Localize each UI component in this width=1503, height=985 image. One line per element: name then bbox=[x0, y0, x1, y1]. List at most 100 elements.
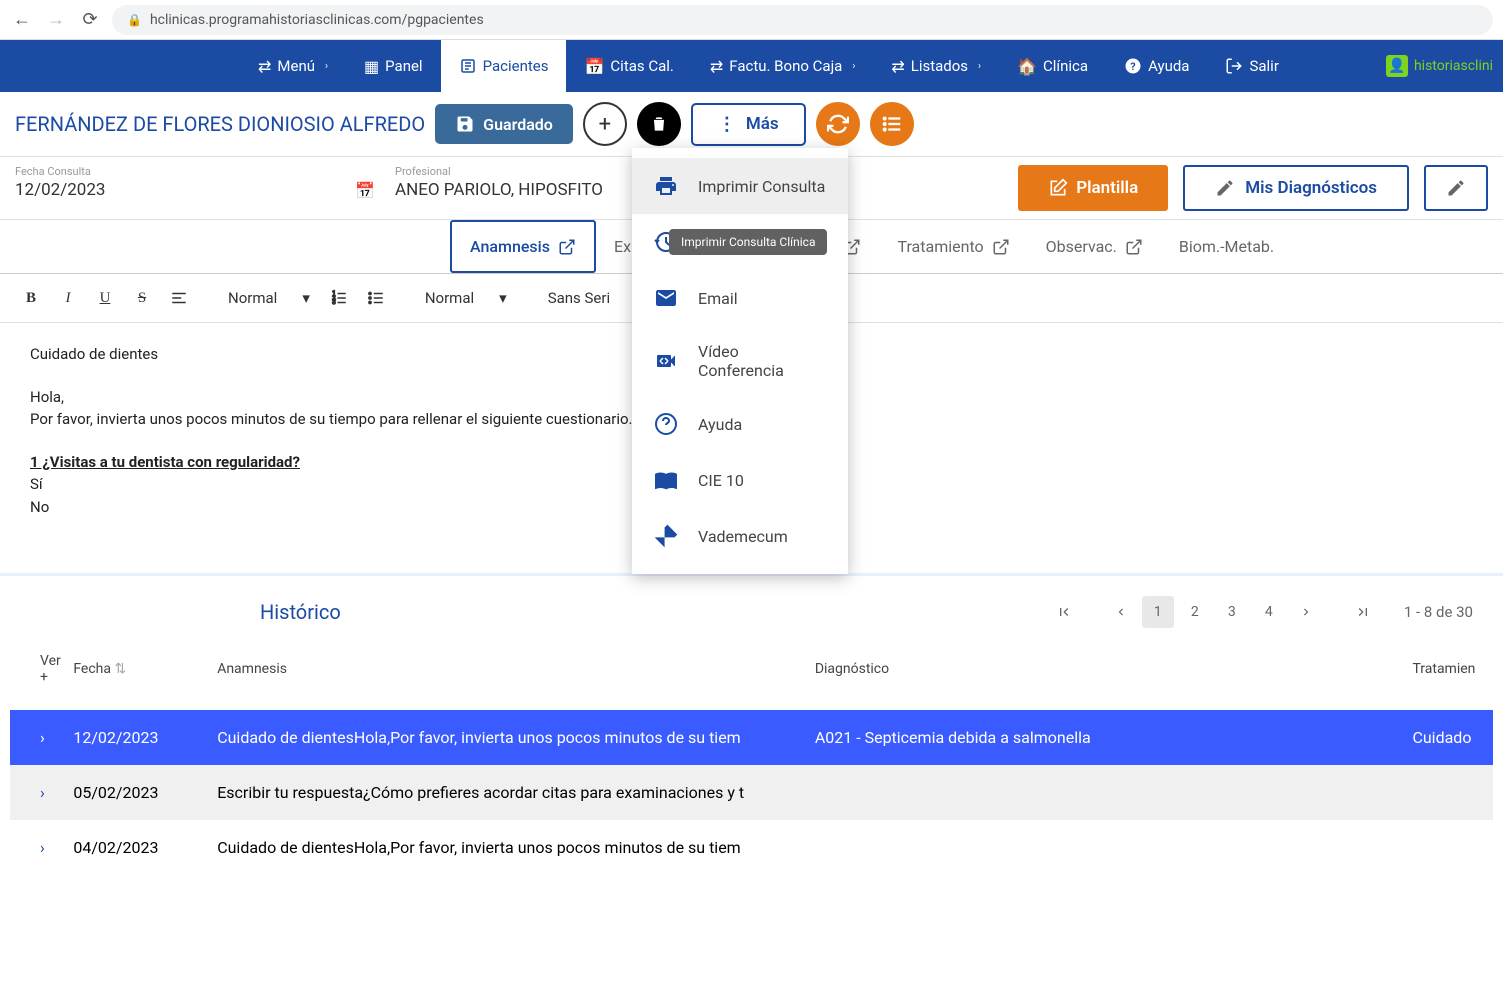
medicine-icon bbox=[654, 524, 678, 548]
calendar-icon[interactable]: 📅 bbox=[355, 181, 375, 200]
edit-button[interactable] bbox=[1424, 165, 1488, 211]
first-page-button[interactable] bbox=[1048, 596, 1080, 628]
add-button[interactable]: + bbox=[583, 102, 627, 146]
reload-button[interactable]: ⟳ bbox=[78, 8, 102, 32]
next-page-button[interactable] bbox=[1290, 596, 1322, 628]
list-icon bbox=[881, 113, 903, 135]
diagnosticos-button[interactable]: Mis Diagnósticos bbox=[1183, 165, 1409, 211]
dd-ayuda[interactable]: Ayuda bbox=[632, 396, 848, 452]
date-value: 12/02/2023 bbox=[15, 180, 105, 200]
list-button[interactable] bbox=[870, 102, 914, 146]
nav-clinica[interactable]: 🏠 Clínica bbox=[999, 40, 1106, 92]
chevron-left-icon bbox=[1114, 605, 1128, 619]
table-row[interactable]: › 12/02/2023 Cuidado de dientesHola,Por … bbox=[10, 710, 1493, 765]
list-icon: ⇄ bbox=[891, 57, 904, 76]
expand-icon[interactable]: › bbox=[10, 765, 65, 820]
first-icon bbox=[1056, 604, 1072, 620]
cell-anam: Cuidado de dientesHola,Por favor, invier… bbox=[209, 820, 807, 875]
refresh-button[interactable] bbox=[816, 102, 860, 146]
trash-icon bbox=[649, 114, 669, 134]
history-section: Histórico 1 2 3 4 1 - 8 de 30 bbox=[0, 573, 1503, 875]
table-row[interactable]: › 05/02/2023 Escribir tu respuesta¿Cómo … bbox=[10, 765, 1493, 820]
nav-factu[interactable]: ⇄ Factu. Bono Caja› bbox=[692, 40, 873, 92]
expand-icon[interactable]: › bbox=[10, 710, 65, 765]
expand-icon[interactable]: › bbox=[10, 820, 65, 875]
page-3[interactable]: 3 bbox=[1216, 596, 1248, 628]
cell-trat bbox=[1404, 765, 1493, 820]
tab-tratamiento[interactable]: Tratamiento bbox=[879, 220, 1027, 273]
cell-fecha: 04/02/2023 bbox=[65, 820, 209, 875]
open-icon bbox=[992, 238, 1010, 256]
dd-cie10[interactable]: CIE 10 bbox=[632, 452, 848, 508]
page-info: 1 - 8 de 30 bbox=[1404, 603, 1473, 621]
pencil-icon bbox=[1446, 178, 1466, 198]
tab-biom[interactable]: Biom.-Metab. bbox=[1161, 220, 1292, 273]
exit-icon bbox=[1225, 57, 1243, 75]
dd-imprimir[interactable]: Imprimir Consulta bbox=[632, 158, 848, 214]
tooltip: Imprimir Consulta Clínica bbox=[669, 229, 827, 255]
help-icon bbox=[654, 412, 678, 436]
calendar-icon: 📅 bbox=[584, 57, 604, 76]
size-dropdown[interactable]: Normal▾ bbox=[417, 289, 515, 307]
lock-icon: 🔒 bbox=[127, 13, 142, 27]
font-dropdown[interactable]: Sans Seri bbox=[540, 289, 630, 307]
col-ver[interactable]: Ver + bbox=[10, 643, 65, 710]
last-page-button[interactable] bbox=[1347, 596, 1379, 628]
tab-observac[interactable]: Observac. bbox=[1028, 220, 1161, 273]
nav-salir[interactable]: Salir bbox=[1207, 40, 1296, 92]
plantilla-button[interactable]: Plantilla bbox=[1018, 165, 1168, 211]
bold-button[interactable]: B bbox=[15, 282, 47, 314]
top-nav: ⇄ Menú› ▦ Panel Pacientes 📅 Citas Cal. ⇄… bbox=[0, 40, 1503, 92]
italic-button[interactable]: I bbox=[52, 282, 84, 314]
col-diagnostico[interactable]: Diagnóstico bbox=[807, 643, 1405, 710]
pencil-icon bbox=[1215, 178, 1235, 198]
underline-button[interactable]: U bbox=[89, 282, 121, 314]
unordered-list-button[interactable] bbox=[360, 282, 392, 314]
paginator: 1 2 3 4 1 - 8 de 30 bbox=[1048, 596, 1473, 628]
patient-name: FERNÁNDEZ DE FLORES DIONIOSIO ALFREDO bbox=[15, 112, 425, 136]
nav-ayuda[interactable]: ? Ayuda bbox=[1106, 40, 1207, 92]
heading-dropdown[interactable]: Normal▾ bbox=[220, 289, 318, 307]
cell-diag: A021 - Septicemia debida a salmonella bbox=[807, 710, 1405, 765]
dd-email[interactable]: Email bbox=[632, 270, 848, 326]
save-button[interactable]: Guardado bbox=[435, 104, 573, 144]
align-button[interactable] bbox=[163, 282, 195, 314]
dots-icon: ⋮ bbox=[718, 114, 736, 135]
dd-vademecum[interactable]: Vademecum bbox=[632, 508, 848, 564]
page-2[interactable]: 2 bbox=[1179, 596, 1211, 628]
nav-menu[interactable]: ⇄ Menú› bbox=[240, 40, 346, 92]
user-icon: 👤 bbox=[1386, 55, 1408, 77]
table-row[interactable]: › 04/02/2023 Cuidado de dientesHola,Por … bbox=[10, 820, 1493, 875]
col-fecha[interactable]: Fecha ⇅ bbox=[65, 643, 209, 710]
email-icon bbox=[654, 286, 678, 310]
ordered-list-button[interactable]: 123 bbox=[323, 282, 355, 314]
date-field[interactable]: Fecha Consulta 12/02/2023 📅 bbox=[15, 165, 375, 211]
nav-panel[interactable]: ▦ Panel bbox=[346, 40, 441, 92]
nav-citas[interactable]: 📅 Citas Cal. bbox=[566, 40, 691, 92]
forward-button[interactable]: → bbox=[44, 8, 68, 32]
cell-diag bbox=[807, 820, 1405, 875]
video-icon bbox=[654, 349, 678, 373]
back-button[interactable]: ← bbox=[10, 8, 34, 32]
ol-icon: 123 bbox=[330, 289, 348, 307]
page-4[interactable]: 4 bbox=[1253, 596, 1285, 628]
tab-anamnesis[interactable]: Anamnesis bbox=[450, 220, 596, 273]
nav-pacientes[interactable]: Pacientes bbox=[441, 40, 567, 92]
menu-icon: ⇄ bbox=[258, 57, 271, 76]
cell-diag bbox=[807, 765, 1405, 820]
delete-button[interactable] bbox=[637, 102, 681, 146]
history-table: Ver + Fecha ⇅ Anamnesis Diagnóstico Trat… bbox=[10, 643, 1493, 875]
nav-listados[interactable]: ⇄ Listados› bbox=[873, 40, 999, 92]
cell-fecha: 05/02/2023 bbox=[65, 765, 209, 820]
dd-video[interactable]: Vídeo Conferencia bbox=[632, 326, 848, 396]
col-tratamiento[interactable]: Tratamien bbox=[1404, 643, 1493, 710]
nav-user[interactable]: 👤 historiasclini bbox=[1376, 40, 1503, 92]
save-icon bbox=[455, 114, 475, 134]
prev-page-button[interactable] bbox=[1105, 596, 1137, 628]
strike-button[interactable]: S bbox=[126, 282, 158, 314]
more-button[interactable]: ⋮ Más bbox=[691, 103, 806, 146]
cell-trat bbox=[1404, 820, 1493, 875]
col-anamnesis[interactable]: Anamnesis bbox=[209, 643, 807, 710]
page-1[interactable]: 1 bbox=[1142, 596, 1174, 628]
url-bar[interactable]: 🔒 hclinicas.programahistoriasclinicas.co… bbox=[112, 5, 1493, 35]
